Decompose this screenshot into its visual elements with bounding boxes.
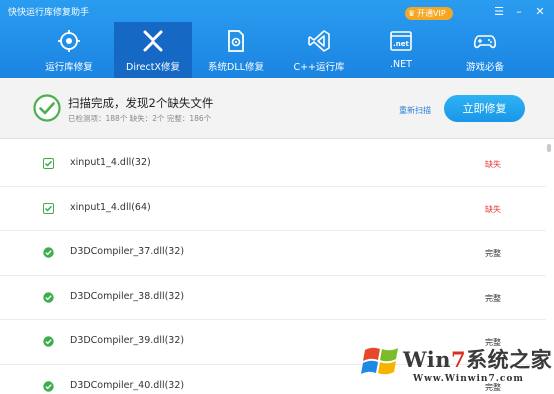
list-item: D3DCompiler_38.dll(32) 完整 [0, 276, 546, 320]
checkbox-checked-icon[interactable] [43, 202, 54, 214]
file-name: xinput1_4.dll(32) [70, 157, 151, 168]
file-name: D3DCompiler_37.dll(32) [70, 246, 185, 257]
tab-label: C++运行库 [293, 62, 345, 73]
list-item: D3DCompiler_37.dll(32) 完整 [0, 231, 546, 276]
vip-button[interactable]: ♛ 开通VIP [405, 7, 453, 20]
title-bar: 快快运行库修复助手 ♛ 开通VIP ☰ – ✕ 运行库修复 DirectX修复 … [0, 0, 554, 78]
minimize-icon[interactable]: – [512, 5, 526, 19]
gamepad-icon [473, 35, 497, 49]
file-name: D3DCompiler_40.dll(32) [70, 379, 185, 391]
file-status: 缺失 [485, 160, 501, 169]
directx-icon [143, 30, 163, 52]
tab-game-essentials[interactable]: 游戏必备 [446, 22, 524, 78]
dll-file-icon [228, 30, 244, 52]
visual-studio-icon [308, 30, 330, 52]
brand-prefix: Win [403, 347, 451, 372]
windows-logo-icon [361, 347, 398, 375]
file-name: xinput1_4.dll(64) [70, 201, 151, 213]
vip-label: 开通VIP [417, 9, 446, 18]
list-item: xinput1_4.dll(64) 缺失 [0, 187, 546, 231]
brand-seven: 7 [450, 347, 467, 372]
tab-label: .NET [390, 59, 412, 70]
site-watermark: Win7系统之家 Www.Winwin7.com [361, 340, 552, 392]
scan-status-bar: 扫描完成，发现2个缺失文件 已检测项：188个 缺失：2个 完整：186个 重新… [0, 78, 554, 139]
crown-icon: ♛ [408, 9, 416, 18]
ok-circle-icon [43, 336, 54, 347]
tab-label: 运行库修复 [45, 62, 93, 73]
dotnet-icon: .net [390, 31, 412, 51]
scan-result-title: 扫描完成，发现2个缺失文件 [68, 96, 214, 110]
tab-label: DirectX修复 [126, 62, 180, 73]
checkbox-checked-icon[interactable] [43, 158, 54, 169]
rescan-button[interactable]: 重新扫描 [399, 105, 431, 116]
watermark-url: Www.Winwin7.com [413, 374, 524, 384]
watermark-brand: Win7系统之家 [403, 344, 552, 374]
repair-now-button[interactable]: 立即修复 [444, 95, 525, 122]
tab-runtime-repair[interactable]: 运行库修复 [30, 22, 108, 78]
tab-label: 系统DLL修复 [208, 62, 264, 73]
tab-dotnet[interactable]: .net .NET [362, 22, 440, 78]
app-title: 快快运行库修复助手 [8, 8, 90, 18]
ok-circle-icon [43, 380, 54, 392]
tab-cpp-runtime[interactable]: C++运行库 [280, 22, 358, 78]
file-status: 完整 [485, 249, 501, 258]
menu-icon[interactable]: ☰ [492, 5, 506, 19]
file-name: D3DCompiler_38.dll(32) [70, 290, 185, 302]
check-circle-icon [33, 94, 61, 122]
tab-directx-repair[interactable]: DirectX修复 [114, 22, 192, 78]
file-status: 缺失 [485, 204, 501, 214]
close-icon[interactable]: ✕ [533, 5, 547, 19]
tab-system-dll-repair[interactable]: 系统DLL修复 [197, 22, 275, 78]
scrollbar-thumb[interactable] [547, 144, 551, 152]
ok-circle-icon [43, 291, 54, 303]
tab-label: 游戏必备 [465, 62, 504, 73]
ok-circle-icon [43, 247, 54, 258]
file-name: D3DCompiler_39.dll(32) [70, 335, 185, 346]
scan-result-detail: 已检测项：188个 缺失：2个 完整：186个 [68, 114, 212, 123]
list-item: xinput1_4.dll(32) 缺失 [0, 142, 546, 187]
brand-suffix: 系统之家 [466, 347, 553, 372]
svg-text:.net: .net [393, 40, 409, 48]
file-status: 完整 [485, 293, 501, 303]
runtime-repair-icon [58, 30, 80, 52]
